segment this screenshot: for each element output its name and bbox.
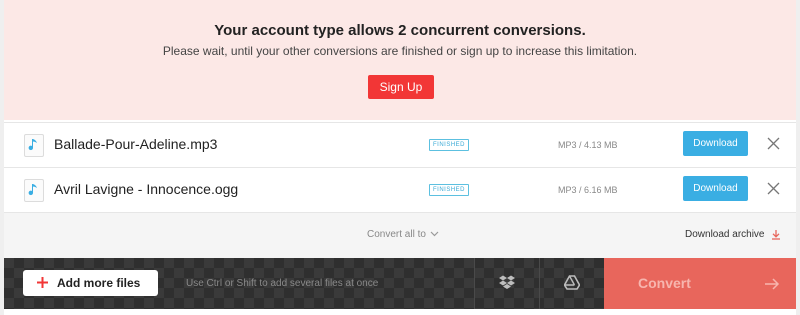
status-badge: FINISHED <box>429 184 470 196</box>
google-drive-icon <box>564 275 580 290</box>
converter-panel: Your account type allows 2 concurrent co… <box>4 0 796 315</box>
multi-select-hint: Use Ctrl or Shift to add several files a… <box>186 278 379 289</box>
convert-button[interactable]: Convert <box>604 258 796 309</box>
file-format-size: MP3 / 6.16 MB <box>558 185 618 195</box>
options-bar: Convert all to Download archive <box>4 213 796 258</box>
dropbox-button[interactable] <box>474 258 540 309</box>
arrow-right-icon <box>765 278 780 290</box>
download-button[interactable]: Download <box>683 176 748 201</box>
convert-all-dropdown[interactable]: Convert all to <box>367 229 439 240</box>
chevron-down-icon <box>430 231 439 237</box>
file-name: Ballade-Pour-Adeline.mp3 <box>54 136 218 152</box>
status-badge: FINISHED <box>429 139 470 151</box>
file-format-size: MP3 / 4.13 MB <box>558 140 618 150</box>
download-archive-label: Download archive <box>685 229 765 241</box>
sign-up-button[interactable]: Sign Up <box>368 75 434 99</box>
file-row: Ballade-Pour-Adeline.mp3 FINISHED MP3 / … <box>4 122 796 167</box>
notice-title: Your account type allows 2 concurrent co… <box>214 22 586 39</box>
convert-all-label: Convert all to <box>367 229 426 240</box>
file-name: Avril Lavigne - Innocence.ogg <box>54 181 239 197</box>
download-archive-link[interactable]: Download archive <box>685 229 781 240</box>
close-icon[interactable] <box>767 182 780 195</box>
add-more-files-button[interactable]: Add more files <box>23 270 158 296</box>
audio-file-icon <box>24 179 44 202</box>
add-more-files-label: Add more files <box>57 276 141 290</box>
file-row: Avril Lavigne - Innocence.ogg FINISHED M… <box>4 167 796 213</box>
plus-icon <box>37 277 48 288</box>
limit-notice: Your account type allows 2 concurrent co… <box>4 0 796 120</box>
google-drive-button[interactable] <box>539 258 605 309</box>
download-button[interactable]: Download <box>683 131 748 156</box>
dropbox-icon <box>499 275 515 289</box>
audio-file-icon <box>24 134 44 157</box>
notice-message: Please wait, until your other conversion… <box>162 44 638 58</box>
convert-label: Convert <box>638 275 691 291</box>
close-icon[interactable] <box>767 137 780 150</box>
download-icon <box>771 230 780 240</box>
bottom-toolbar: Add more files Use Ctrl or Shift to add … <box>4 258 796 309</box>
